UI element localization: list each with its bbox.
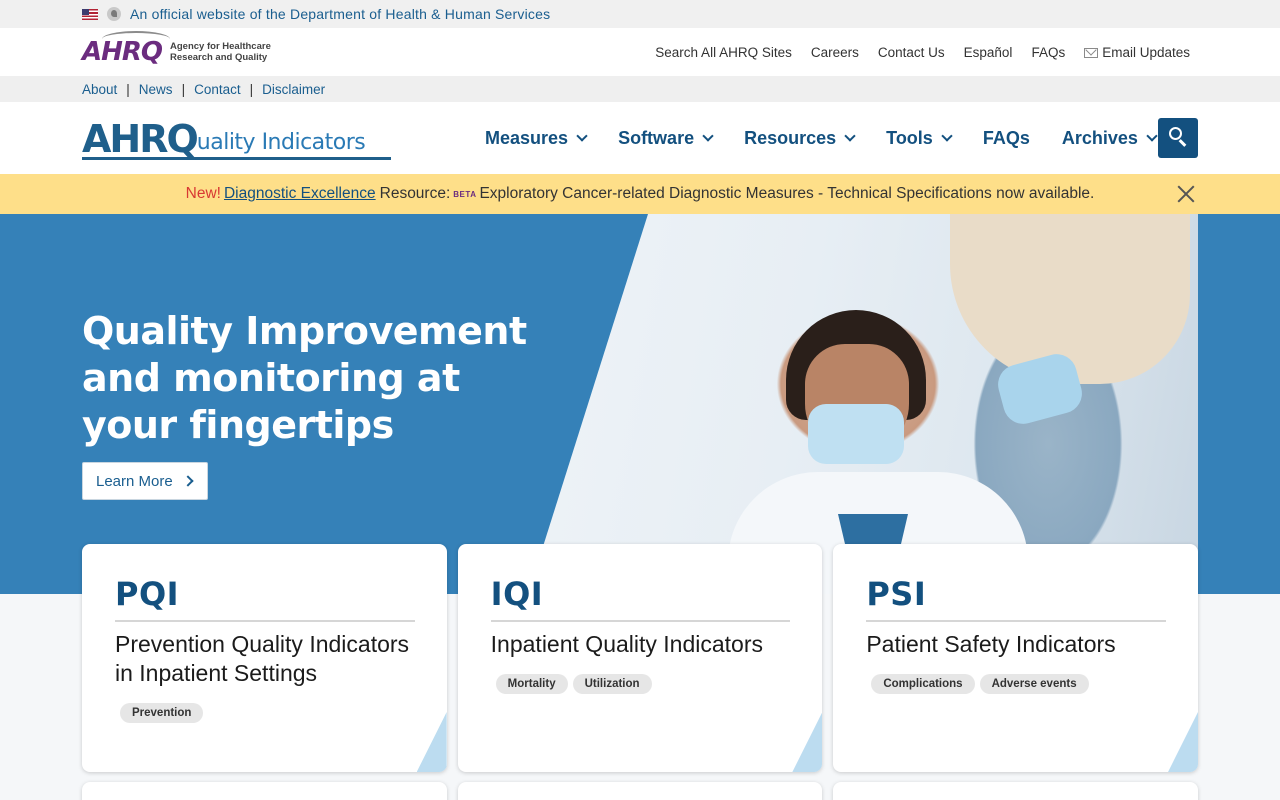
chevron-down-icon	[844, 129, 856, 142]
us-flag-icon	[82, 8, 98, 20]
card-tags: Prevention	[115, 703, 415, 723]
sub-link-disclaimer[interactable]: Disclaimer	[262, 82, 325, 97]
card-code: PQI	[115, 574, 415, 622]
gov-banner: An official website of the Department of…	[0, 0, 1280, 28]
nav-items: Measures Software Resources Tools FAQs A…	[485, 102, 1188, 174]
indicator-cards: PQI Prevention Quality Indicators in Inp…	[82, 544, 1199, 772]
chevron-down-icon	[576, 129, 588, 142]
hhs-logo-icon	[107, 7, 121, 21]
utility-header: AHRQ Agency for Healthcare Research and …	[0, 28, 1280, 76]
hero-title: Quality Improvement and monitoring at yo…	[82, 309, 527, 447]
separator: |	[181, 81, 186, 97]
utility-links: Search All AHRQ Sites Careers Contact Us…	[655, 45, 1190, 60]
card-stub[interactable]	[833, 782, 1199, 800]
hero-section: Quality Improvement and monitoring at yo…	[0, 214, 1280, 594]
tag-prevention: Prevention	[120, 703, 204, 723]
alert-resource-label: Resource:	[379, 185, 451, 202]
gov-banner-text[interactable]: An official website of the Department of…	[130, 6, 550, 22]
email-updates-label: Email Updates	[1102, 44, 1190, 60]
search-button[interactable]	[1158, 118, 1198, 158]
utility-link-careers[interactable]: Careers	[811, 45, 859, 60]
utility-link-search-all[interactable]: Search All AHRQ Sites	[655, 45, 792, 60]
card-corner-decoration	[416, 712, 447, 772]
chevron-down-icon	[702, 129, 714, 142]
card-iqi[interactable]: IQI Inpatient Quality Indicators Mortali…	[457, 544, 823, 772]
nav-item-archives[interactable]: Archives	[1061, 127, 1158, 149]
card-title: Inpatient Quality Indicators	[490, 631, 763, 657]
ahrq-agency-logo[interactable]: AHRQ Agency for Healthcare Research and …	[82, 31, 271, 67]
indicator-cards-row2	[82, 782, 1199, 800]
tag-complications: Complications	[871, 674, 975, 694]
tag-adverse-events: Adverse events	[979, 674, 1089, 694]
sub-link-about[interactable]: About	[82, 82, 117, 97]
learn-more-label: Learn More	[96, 472, 173, 490]
alert-banner: New! Diagnostic Excellence Resource: BET…	[0, 174, 1280, 214]
nav-item-tools[interactable]: Tools	[886, 127, 953, 149]
card-pqi[interactable]: PQI Prevention Quality Indicators in Inp…	[82, 544, 447, 772]
tag-utilization: Utilization	[572, 674, 652, 694]
ahrq-logo-subtitle: Agency for Healthcare Research and Quali…	[170, 41, 271, 63]
ahrq-logo-subtitle-line2: Research and Quality	[170, 52, 268, 63]
card-title: Patient Safety Indicators	[866, 631, 1116, 657]
card-tags: Mortality Utilization	[491, 674, 791, 694]
nav-item-software[interactable]: Software	[618, 127, 714, 149]
learn-more-button[interactable]: Learn More	[82, 462, 208, 500]
card-tags: Complications Adverse events	[866, 674, 1166, 694]
qi-logo-mark: AHRQ	[82, 117, 199, 161]
alert-link-diagnostic-excellence[interactable]: Diagnostic Excellence	[224, 185, 376, 203]
card-corner-decoration	[792, 712, 823, 772]
utility-link-email-updates[interactable]: Email Updates	[1084, 45, 1190, 60]
sub-link-contact[interactable]: Contact	[194, 82, 241, 97]
hero-image-doctor-mask	[808, 404, 904, 464]
card-stub[interactable]	[457, 782, 823, 800]
ahrq-logo-subtitle-line1: Agency for Healthcare	[170, 41, 271, 52]
separator: |	[249, 81, 254, 97]
nav-label: Measures	[485, 127, 569, 148]
separator: |	[126, 81, 130, 97]
nav-label: Tools	[886, 127, 933, 148]
qi-logo-text: uality Indicators	[196, 130, 366, 155]
chevron-right-icon	[182, 475, 194, 487]
nav-label: Resources	[744, 127, 837, 148]
card-code: IQI	[490, 574, 791, 622]
mail-icon	[1084, 47, 1099, 58]
search-icon-handle	[1178, 139, 1187, 147]
qi-logo-underline	[82, 157, 391, 160]
alert-message: Exploratory Cancer-related Diagnostic Me…	[479, 185, 1095, 202]
nav-label: FAQs	[982, 127, 1030, 148]
tag-mortality: Mortality	[495, 674, 568, 694]
card-title: Prevention Quality Indicators in Inpatie…	[115, 631, 410, 686]
alert-beta-badge: BETA	[453, 189, 477, 199]
main-nav: AHRQ uality Indicators Measures Software…	[0, 102, 1280, 174]
nav-label: Software	[618, 127, 695, 148]
utility-link-espanol[interactable]: Español	[964, 45, 1013, 60]
sub-link-news[interactable]: News	[139, 82, 173, 97]
chevron-down-icon	[941, 129, 953, 142]
sub-links-bar: About | News | Contact | Disclaimer	[0, 76, 1280, 102]
card-code: PSI	[866, 574, 1167, 622]
utility-link-faqs[interactable]: FAQs	[1031, 45, 1065, 60]
nav-item-faqs[interactable]: FAQs	[983, 128, 1030, 149]
alert-new-label: New!	[185, 185, 221, 202]
qi-logo[interactable]: AHRQ uality Indicators	[82, 117, 391, 161]
nav-item-resources[interactable]: Resources	[744, 127, 856, 149]
card-corner-decoration	[1168, 712, 1199, 772]
nav-label: Archives	[1061, 127, 1138, 148]
chevron-down-icon	[1146, 129, 1158, 142]
nav-item-measures[interactable]: Measures	[485, 127, 588, 149]
utility-link-contact-us[interactable]: Contact Us	[878, 45, 945, 60]
close-icon[interactable]	[1176, 184, 1196, 204]
ahrq-logo-mark: AHRQ	[82, 31, 171, 67]
card-psi[interactable]: PSI Patient Safety Indicators Complicati…	[833, 544, 1199, 772]
card-stub[interactable]	[82, 782, 447, 800]
